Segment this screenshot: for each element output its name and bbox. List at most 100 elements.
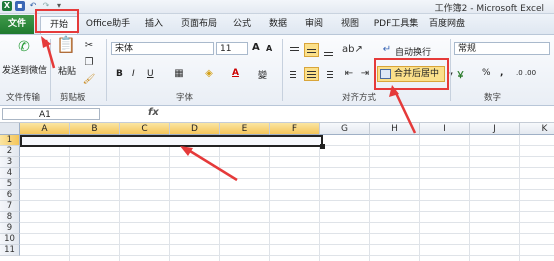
- align-left-button[interactable]: [287, 67, 302, 81]
- fill-handle[interactable]: [320, 144, 325, 149]
- gridline-horizontal: [20, 233, 554, 234]
- gridline-horizontal: [20, 167, 554, 168]
- tab-formulas[interactable]: 公式: [228, 17, 256, 32]
- gridline-vertical: [319, 135, 320, 261]
- paste-button[interactable]: 粘贴: [58, 64, 76, 77]
- gridline-horizontal: [20, 211, 554, 212]
- wechat-icon[interactable]: ✆: [14, 40, 34, 58]
- tab-review[interactable]: 审阅: [300, 17, 328, 32]
- wrap-text-icon[interactable]: ↵: [380, 43, 394, 57]
- group-label-font: 字体: [176, 93, 194, 103]
- group-separator: [50, 39, 51, 101]
- underline-button[interactable]: U: [147, 69, 154, 79]
- row-header-1[interactable]: 1: [0, 135, 20, 146]
- group-label-alignment: 对齐方式: [342, 93, 377, 103]
- gridline-horizontal: [20, 222, 554, 223]
- tab-pdf-tools[interactable]: PDF工具集: [372, 17, 420, 32]
- group-separator: [450, 39, 451, 101]
- row-header-8[interactable]: 8: [0, 212, 20, 223]
- row-header-2[interactable]: 2: [0, 146, 20, 157]
- orientation-icon[interactable]: ab↗: [342, 43, 363, 57]
- group-label-number: 数字: [484, 93, 502, 103]
- align-middle-button[interactable]: [304, 43, 319, 57]
- gridline-horizontal: [20, 156, 554, 157]
- shrink-font-button[interactable]: A: [266, 44, 272, 53]
- column-header-k[interactable]: K: [520, 123, 554, 135]
- font-name-select[interactable]: 宋体: [111, 42, 214, 55]
- highlight-box-home-tab: [35, 9, 79, 33]
- selected-range[interactable]: [20, 135, 323, 147]
- paste-icon[interactable]: 📋: [56, 37, 76, 60]
- grow-font-button[interactable]: A: [252, 42, 260, 53]
- format-painter-icon[interactable]: 🖌: [82, 73, 96, 87]
- column-header-j[interactable]: J: [470, 123, 520, 135]
- gridline-vertical: [69, 135, 70, 261]
- row-header-3[interactable]: 3: [0, 157, 20, 168]
- name-box[interactable]: A1: [2, 108, 100, 120]
- wrap-text-button[interactable]: 自动换行: [395, 45, 431, 58]
- gridline-horizontal: [20, 255, 554, 256]
- column-header-f[interactable]: F: [270, 123, 320, 135]
- font-color-button[interactable]: A: [232, 68, 239, 78]
- tab-page-layout[interactable]: 页面布局: [176, 17, 222, 32]
- currency-button[interactable]: ￥: [456, 68, 465, 81]
- cut-icon[interactable]: ✂: [82, 39, 96, 53]
- tab-baidu-netdisk[interactable]: 百度网盘: [426, 17, 468, 32]
- align-center-button[interactable]: [304, 67, 319, 81]
- row-header-5[interactable]: 5: [0, 179, 20, 190]
- formula-input[interactable]: [162, 108, 550, 120]
- italic-button[interactable]: I: [132, 69, 135, 79]
- row-header-9[interactable]: 9: [0, 223, 20, 234]
- bold-button[interactable]: B: [116, 69, 123, 79]
- increase-indent-icon[interactable]: ⇥: [358, 67, 372, 81]
- copy-icon[interactable]: ❐: [82, 56, 96, 70]
- align-top-button[interactable]: [287, 43, 302, 57]
- fill-color-icon[interactable]: ◈: [202, 67, 216, 81]
- column-header-g[interactable]: G: [320, 123, 370, 135]
- send-to-wechat-button[interactable]: 发送到微信: [2, 63, 47, 76]
- column-header-c[interactable]: C: [120, 123, 170, 135]
- percent-button[interactable]: %: [482, 68, 491, 78]
- formula-bar: A1 fx: [0, 106, 554, 123]
- save-icon[interactable]: ▪: [15, 1, 25, 11]
- column-header-a[interactable]: A: [20, 123, 70, 135]
- group-label-file-transfer: 文件传输: [6, 93, 41, 103]
- row-header-10[interactable]: 10: [0, 234, 20, 245]
- tab-file[interactable]: 文件: [0, 15, 34, 34]
- ribbon: ✆ 发送到微信 文件传输 📋 粘贴 ✂ ❐ 🖌 剪贴板 宋体 11 A A B …: [0, 35, 554, 106]
- tab-view[interactable]: 视图: [336, 17, 364, 32]
- tab-insert[interactable]: 插入: [140, 17, 168, 32]
- column-header-h[interactable]: H: [370, 123, 420, 135]
- tab-data[interactable]: 数据: [264, 17, 292, 32]
- select-all-corner[interactable]: [0, 123, 20, 135]
- increase-decimal-button[interactable]: .0 .00: [516, 69, 536, 77]
- row-header-4[interactable]: 4: [0, 168, 20, 179]
- insert-function-button[interactable]: fx: [148, 107, 159, 118]
- row-header-11[interactable]: 11: [0, 245, 20, 256]
- gridline-vertical: [469, 135, 470, 261]
- title-bar: X ▪ ↶ ↷ ▾ 工作簿2 - Microsoft Excel: [0, 0, 554, 14]
- row-header-6[interactable]: 6: [0, 190, 20, 201]
- column-header-b[interactable]: B: [70, 123, 120, 135]
- ribbon-tabs: 文件 开始 Office助手 插入 页面布局 公式 数据 审阅 视图 PDF工具…: [0, 14, 554, 35]
- font-size-select[interactable]: 11: [216, 42, 248, 55]
- comma-button[interactable]: ,: [500, 68, 503, 78]
- column-header-e[interactable]: E: [220, 123, 270, 135]
- group-separator: [106, 39, 107, 101]
- align-bottom-button[interactable]: [321, 43, 336, 57]
- gridline-vertical: [269, 135, 270, 261]
- excel-icon[interactable]: X: [2, 1, 12, 11]
- window-title: 工作簿2 - Microsoft Excel: [434, 4, 544, 14]
- column-header-d[interactable]: D: [170, 123, 220, 135]
- borders-icon[interactable]: ▦: [172, 67, 186, 81]
- number-format-select[interactable]: 常规: [454, 42, 550, 55]
- gridline-horizontal: [20, 200, 554, 201]
- worksheet-grid[interactable]: A B C D E F G H I J K 1 2 3 4 5 6 7 8 9 10 11: [0, 123, 554, 261]
- phonetic-button[interactable]: 變: [258, 68, 267, 81]
- tab-office-assistant[interactable]: Office助手: [84, 17, 132, 32]
- group-label-clipboard: 剪贴板: [60, 93, 86, 103]
- row-header-7[interactable]: 7: [0, 201, 20, 212]
- decrease-indent-icon[interactable]: ⇤: [342, 67, 356, 81]
- align-right-button[interactable]: [321, 67, 336, 81]
- column-header-i[interactable]: I: [420, 123, 470, 135]
